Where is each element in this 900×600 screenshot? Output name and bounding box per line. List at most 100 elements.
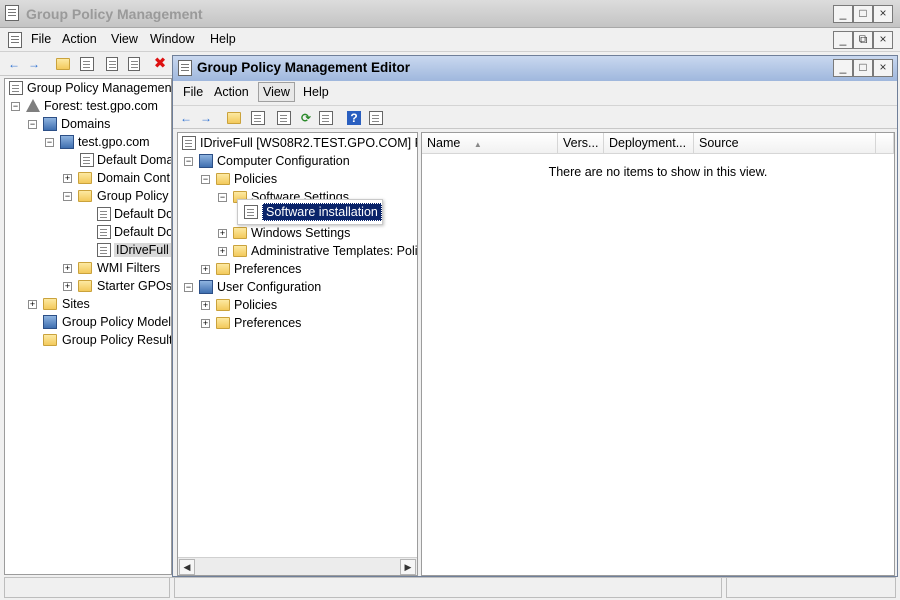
gpme-refresh-icon[interactable]: ⟳ [298,110,314,126]
tree-item-results[interactable]: Group Policy Result [43,331,171,349]
software-installation-label: Software installation [262,203,382,221]
column-header-name[interactable]: Name ▲ [422,133,558,154]
expand-icon[interactable]: + [63,264,72,273]
gpme-help-icon[interactable]: ? [347,111,361,125]
tree-item-policies[interactable]: − Policies [201,170,277,188]
outer-title-bar[interactable]: Group Policy Management _ □ × [0,0,900,28]
scroll-left-icon[interactable]: ◀ [179,559,195,575]
column-header-version[interactable]: Vers... [558,133,604,154]
column-header-source[interactable]: Source [694,133,876,154]
tree-item-starter-gpos[interactable]: + Starter GPOs [63,277,171,295]
collapse-icon[interactable]: − [45,138,54,147]
results-icon [43,334,57,346]
tree-item-preferences[interactable]: + Preferences [201,260,301,278]
menu-help[interactable]: Help [210,32,236,46]
menu-action[interactable]: Action [62,32,97,46]
system-menu-icon[interactable] [8,32,22,48]
tree-item-computer-configuration[interactable]: − Computer Configuration [184,152,350,170]
gpme-details-pane[interactable]: Name ▲ Vers... Deployment... Source Ther… [421,132,895,576]
mdi-restore-button[interactable]: ⧉ [853,31,873,49]
copy-icon[interactable] [106,57,118,71]
collapse-icon[interactable]: − [184,283,193,292]
menu-view[interactable]: View [111,32,138,46]
tree-item-software-installation[interactable]: Software installation [237,199,383,225]
gpme-show-hide-tree-icon[interactable] [251,111,265,125]
tree-item-gpo-root[interactable]: IDriveFull [WS08R2.TEST.GPO.COM] Po [182,134,417,152]
paste-icon[interactable] [128,57,140,71]
collapse-icon[interactable]: − [201,175,210,184]
tree-item-gpo-default-2[interactable]: Default Do [97,223,171,241]
forward-icon[interactable]: → [26,56,42,72]
outer-maximize-button[interactable]: □ [853,5,873,23]
gpme-window-title: Group Policy Management Editor [197,60,411,75]
tree-item-administrative-templates[interactable]: + Administrative Templates: Poli [218,242,417,260]
scroll-right-icon[interactable]: ▶ [400,559,416,575]
gpm-tree-pane[interactable]: Group Policy Management − Forest: test.g… [4,78,172,575]
column-header-filler [876,133,894,154]
expand-icon[interactable]: + [201,265,210,274]
gpme-show-action-pane-icon[interactable] [369,111,383,125]
gpme-back-icon[interactable]: ← [178,110,194,126]
back-icon[interactable]: ← [6,56,22,72]
folder-icon [216,263,230,275]
tree-item-domain-controllers[interactable]: + Domain Cont [63,169,170,187]
tree-item-forest[interactable]: − Forest: test.gpo.com [11,97,158,115]
tree-item-gpo-default-1[interactable]: Default Do [97,205,171,223]
tree-item-domains[interactable]: − Domains [28,115,110,133]
gpme-up-folder-icon[interactable] [227,112,241,124]
gpme-export-icon[interactable] [319,111,333,125]
expand-icon[interactable]: + [201,319,210,328]
collapse-icon[interactable]: − [218,193,227,202]
expand-icon[interactable]: + [218,229,227,238]
tree-item-user-preferences[interactable]: + Preferences [201,314,301,332]
tree-item-user-policies[interactable]: + Policies [201,296,277,314]
gpo-link-icon [80,153,94,167]
menu-window[interactable]: Window [150,32,194,46]
collapse-icon[interactable]: − [28,120,37,129]
gpme-menu-view[interactable]: View [258,82,295,102]
forest-icon [26,99,40,112]
expand-icon[interactable]: + [28,300,37,309]
domain-icon [60,135,74,149]
expand-icon[interactable]: + [201,301,210,310]
tree-item-wmi-filters[interactable]: + WMI Filters [63,259,160,277]
gpme-toolbar: ← → ⟳ ? [173,105,897,129]
collapse-icon[interactable]: − [184,157,193,166]
tree-item-user-configuration[interactable]: − User Configuration [184,278,321,296]
up-folder-icon[interactable] [56,58,70,70]
gpme-window: Group Policy Management Editor _ □ × Fil… [172,55,898,577]
tree-item-windows-settings[interactable]: + Windows Settings [218,224,350,242]
tree-item-sites[interactable]: + Sites [28,295,90,313]
gpme-title-bar[interactable]: Group Policy Management Editor _ □ × [173,56,897,81]
tree-item-default-domain-policy[interactable]: Default Doma [80,151,171,169]
gpme-menu-file[interactable]: File [183,85,203,99]
gpme-maximize-button[interactable]: □ [853,59,873,77]
computer-icon [199,154,213,168]
expand-icon[interactable]: + [63,174,72,183]
tree-item-gpm-root[interactable]: Group Policy Management [9,79,171,97]
outer-close-button[interactable]: × [873,5,893,23]
gpme-menu-action[interactable]: Action [214,85,249,99]
delete-icon[interactable]: ✖ [152,56,168,72]
column-header-deployment[interactable]: Deployment... [604,133,694,154]
expand-icon[interactable]: + [218,247,227,256]
gpme-forward-icon[interactable]: → [198,110,214,126]
gpme-properties-icon[interactable] [277,111,291,125]
collapse-icon[interactable]: − [11,102,20,111]
tree-item-domain[interactable]: − test.gpo.com [45,133,150,151]
gpme-menu-help[interactable]: Help [303,85,329,99]
wmi-folder-icon [78,262,92,274]
mdi-minimize-button[interactable]: _ [833,31,853,49]
tree-item-gpo-idrivefull[interactable]: IDriveFull [97,241,171,259]
tree-item-modeling[interactable]: Group Policy Modeli [43,313,171,331]
mdi-close-button[interactable]: × [873,31,893,49]
expand-icon[interactable]: + [63,282,72,291]
outer-minimize-button[interactable]: _ [833,5,853,23]
collapse-icon[interactable]: − [63,192,72,201]
menu-file[interactable]: File [31,32,51,46]
tree-horizontal-scrollbar[interactable]: ◀ ▶ [178,557,417,575]
gpme-minimize-button[interactable]: _ [833,59,853,77]
gpme-close-button[interactable]: × [873,59,893,77]
tree-item-group-policy-objects[interactable]: − Group Policy [63,187,169,205]
show-hide-tree-icon[interactable] [80,57,94,71]
